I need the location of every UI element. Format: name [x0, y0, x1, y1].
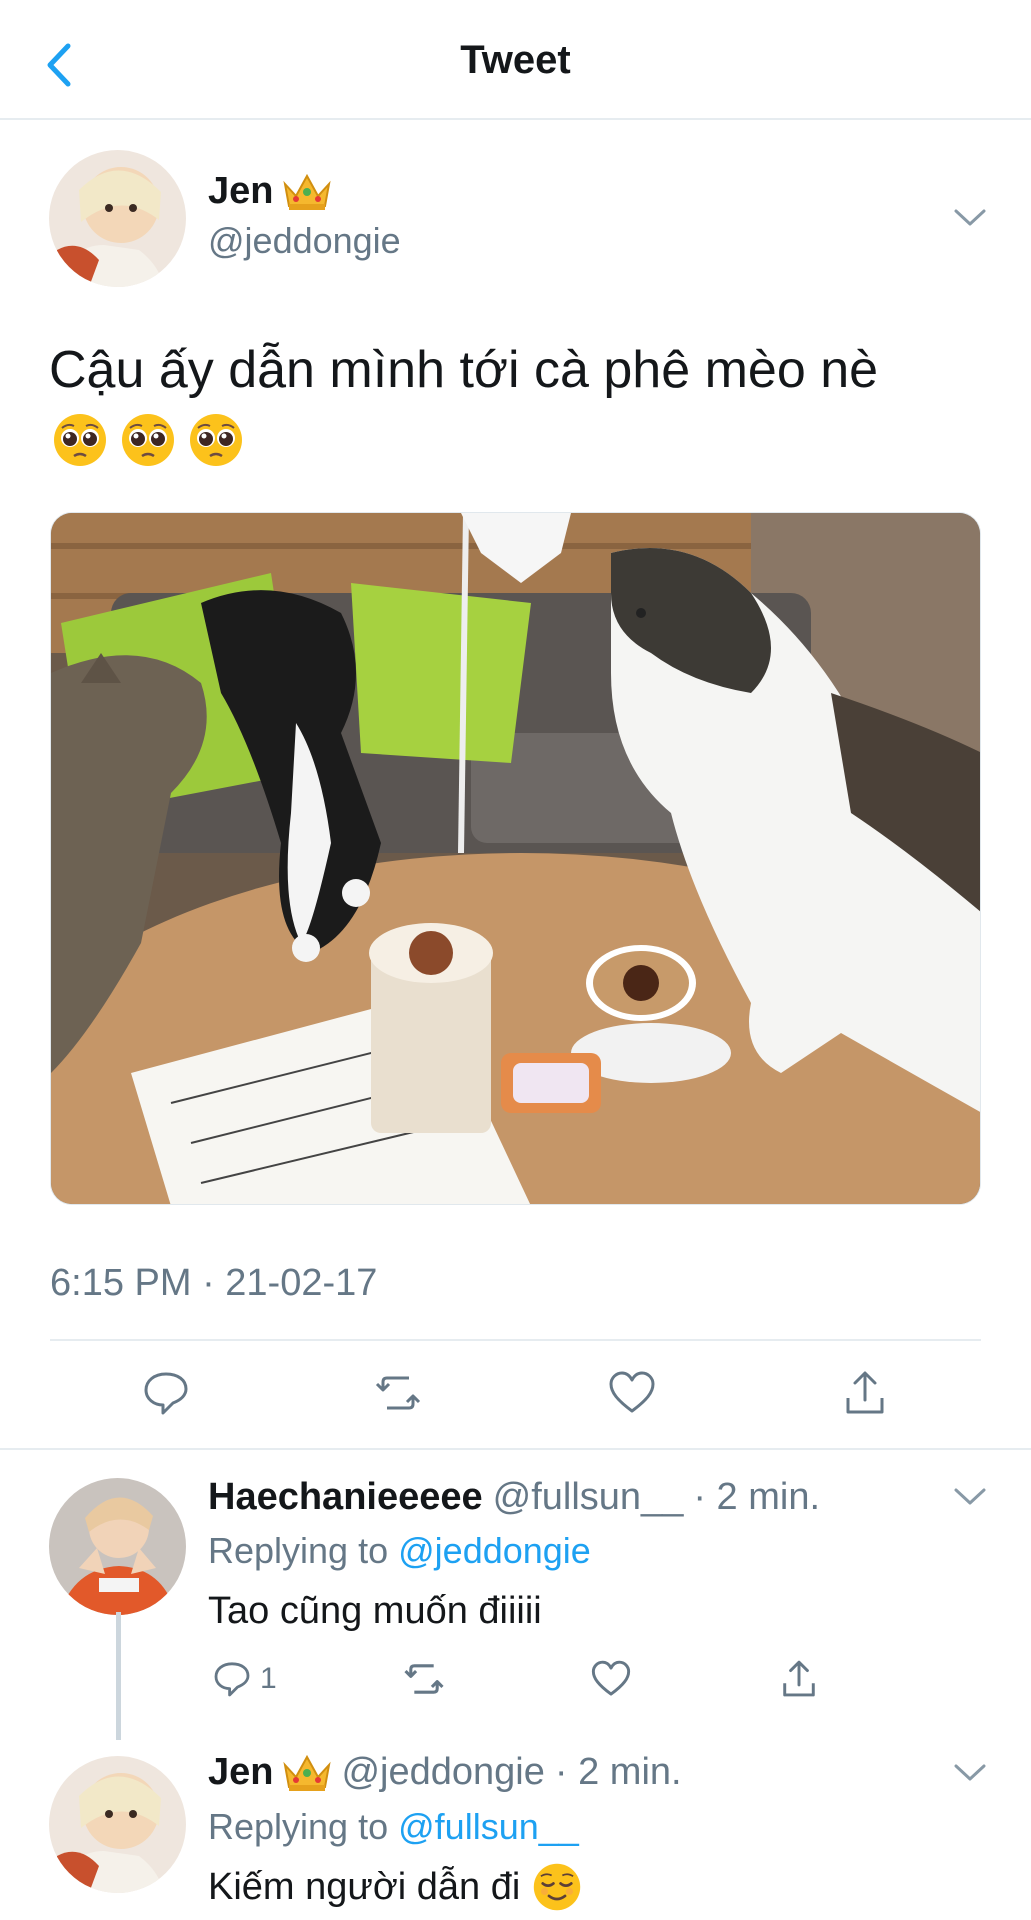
reply-retweet-button[interactable] [402, 1656, 446, 1702]
author-avatar[interactable] [49, 150, 186, 287]
chevron-down-icon [954, 209, 986, 226]
tweet-menu-button[interactable] [952, 207, 988, 229]
top-bar: Tweet [0, 0, 1031, 120]
pleading-face-icon [122, 414, 174, 466]
retweet-icon [404, 1664, 444, 1694]
crown-emoji-icon [283, 1754, 332, 1791]
tweet-timestamp: 6:15 PM · 21-02-17 [50, 1262, 378, 1304]
tweet-photo[interactable] [50, 512, 981, 1205]
reply-like-button[interactable] [590, 1656, 632, 1702]
replying-label: Replying to [208, 1806, 389, 1847]
share-button[interactable] [840, 1368, 890, 1418]
chevron-down-icon [954, 1764, 986, 1781]
crown-emoji-icon [283, 173, 332, 210]
divider [50, 1339, 981, 1341]
reply-header: Haechanieeeee @fullsun__ · 2 min. [208, 1476, 820, 1519]
replying-label: Replying to [208, 1530, 389, 1571]
retweet-button[interactable] [373, 1368, 423, 1418]
heart-icon [609, 1371, 655, 1413]
tweet-text: Cậu ấy dẫn mình tới cà phê mèo nè [49, 341, 879, 399]
reply-share-button[interactable] [778, 1656, 820, 1702]
reply-text: Kiếm người dẫn đi [208, 1862, 582, 1912]
reply-body: Tao cũng muốn điiiii [208, 1590, 542, 1632]
replying-to-link[interactable]: @jeddongie [398, 1530, 591, 1571]
pleading-face-icon [190, 414, 242, 466]
reply-count: 1 [260, 1662, 277, 1695]
share-icon [846, 1371, 884, 1414]
reply-header: Jen @jeddongie · 2 min. [208, 1751, 682, 1794]
replying-to: Replying to @fullsun__ [208, 1806, 579, 1848]
emoji-row [52, 412, 244, 468]
reply-button[interactable] [141, 1368, 191, 1418]
author-name: Jen [208, 170, 274, 212]
reply-author-name: Haechanieeeee [208, 1476, 483, 1518]
comment-icon [144, 1372, 188, 1415]
replying-to-link[interactable]: @fullsun__ [398, 1806, 579, 1847]
pleading-face-icon [54, 414, 106, 466]
like-button[interactable] [607, 1368, 657, 1418]
reply-reply-button[interactable]: 1 [212, 1656, 277, 1702]
reply-author-handle: @jeddongie [341, 1751, 545, 1793]
share-icon [783, 1660, 815, 1697]
reply-avatar[interactable] [49, 1478, 186, 1615]
replying-to: Replying to @jeddongie [208, 1530, 591, 1572]
reply-avatar[interactable] [49, 1756, 186, 1893]
chevron-down-icon [954, 1488, 986, 1505]
author-name-row: Jen [208, 170, 332, 213]
heart-icon [591, 1660, 631, 1696]
reply-time: · 2 min. [693, 1476, 821, 1518]
reply-text: Tao cũng muốn điiiii [208, 1590, 542, 1633]
comment-icon [214, 1662, 250, 1697]
reply-menu-button[interactable] [952, 1486, 988, 1508]
section-divider [0, 1448, 1031, 1450]
reply-author-name: Jen [208, 1751, 274, 1793]
retweet-icon [375, 1376, 421, 1410]
reply-time: · 2 min. [554, 1751, 682, 1793]
relieved-face-icon [534, 1863, 581, 1911]
reply-menu-button[interactable] [952, 1762, 988, 1784]
author-handle: @jeddongie [208, 220, 401, 261]
reply-body: Kiếm người dẫn đi [208, 1865, 521, 1908]
reply-author-handle: @fullsun__ [492, 1476, 684, 1518]
page-title: Tweet [460, 38, 571, 82]
thread-line [116, 1612, 121, 1740]
